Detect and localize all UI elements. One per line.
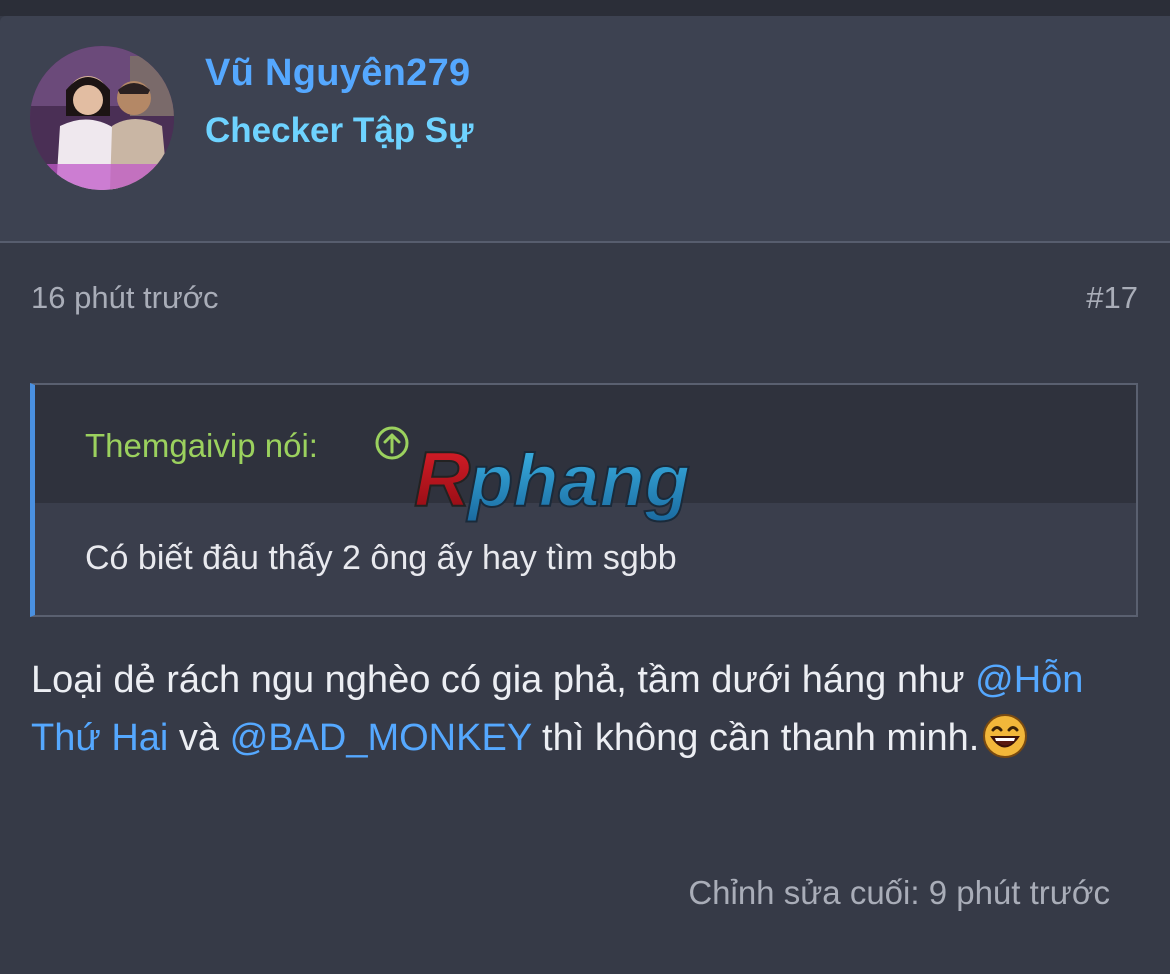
post-timestamp[interactable]: 16 phút trước bbox=[31, 280, 219, 316]
svg-text:phang: phang bbox=[466, 440, 690, 522]
watermark-logo: R phang bbox=[413, 440, 691, 524]
user-avatar[interactable] bbox=[30, 46, 174, 190]
circle-arrow-up-icon[interactable] bbox=[375, 426, 409, 460]
post-body-text: thì không cần thanh minh. bbox=[531, 717, 980, 759]
card-divider bbox=[0, 241, 1170, 243]
username-link[interactable]: Vũ Nguyên279 bbox=[205, 52, 470, 95]
user-avatar-photo bbox=[30, 46, 174, 190]
post-body-text: Loại dẻ rách ngu nghèo có gia phả, tầm d… bbox=[31, 659, 976, 701]
mention-link[interactable]: @BAD_MONKEY bbox=[230, 717, 532, 759]
quote-text: Có biết đâu thấy 2 ông ấy hay tìm sgbb bbox=[85, 539, 677, 577]
post-body: Loại dẻ rách ngu nghèo có gia phả, tầm d… bbox=[31, 651, 1131, 767]
post-number-link[interactable]: #17 bbox=[1086, 280, 1138, 316]
laughing-emoji-icon bbox=[983, 714, 1028, 758]
last-edited-note: Chỉnh sửa cuối: 9 phút trước bbox=[688, 874, 1110, 911]
quote-author-link[interactable]: Themgaivip nói: bbox=[85, 427, 318, 465]
user-rank-title: Checker Tập Sự bbox=[205, 111, 474, 150]
post-body-text: và bbox=[168, 717, 230, 759]
top-strip bbox=[0, 0, 1170, 16]
user-card bbox=[0, 16, 1170, 242]
svg-text:R: R bbox=[414, 440, 470, 523]
